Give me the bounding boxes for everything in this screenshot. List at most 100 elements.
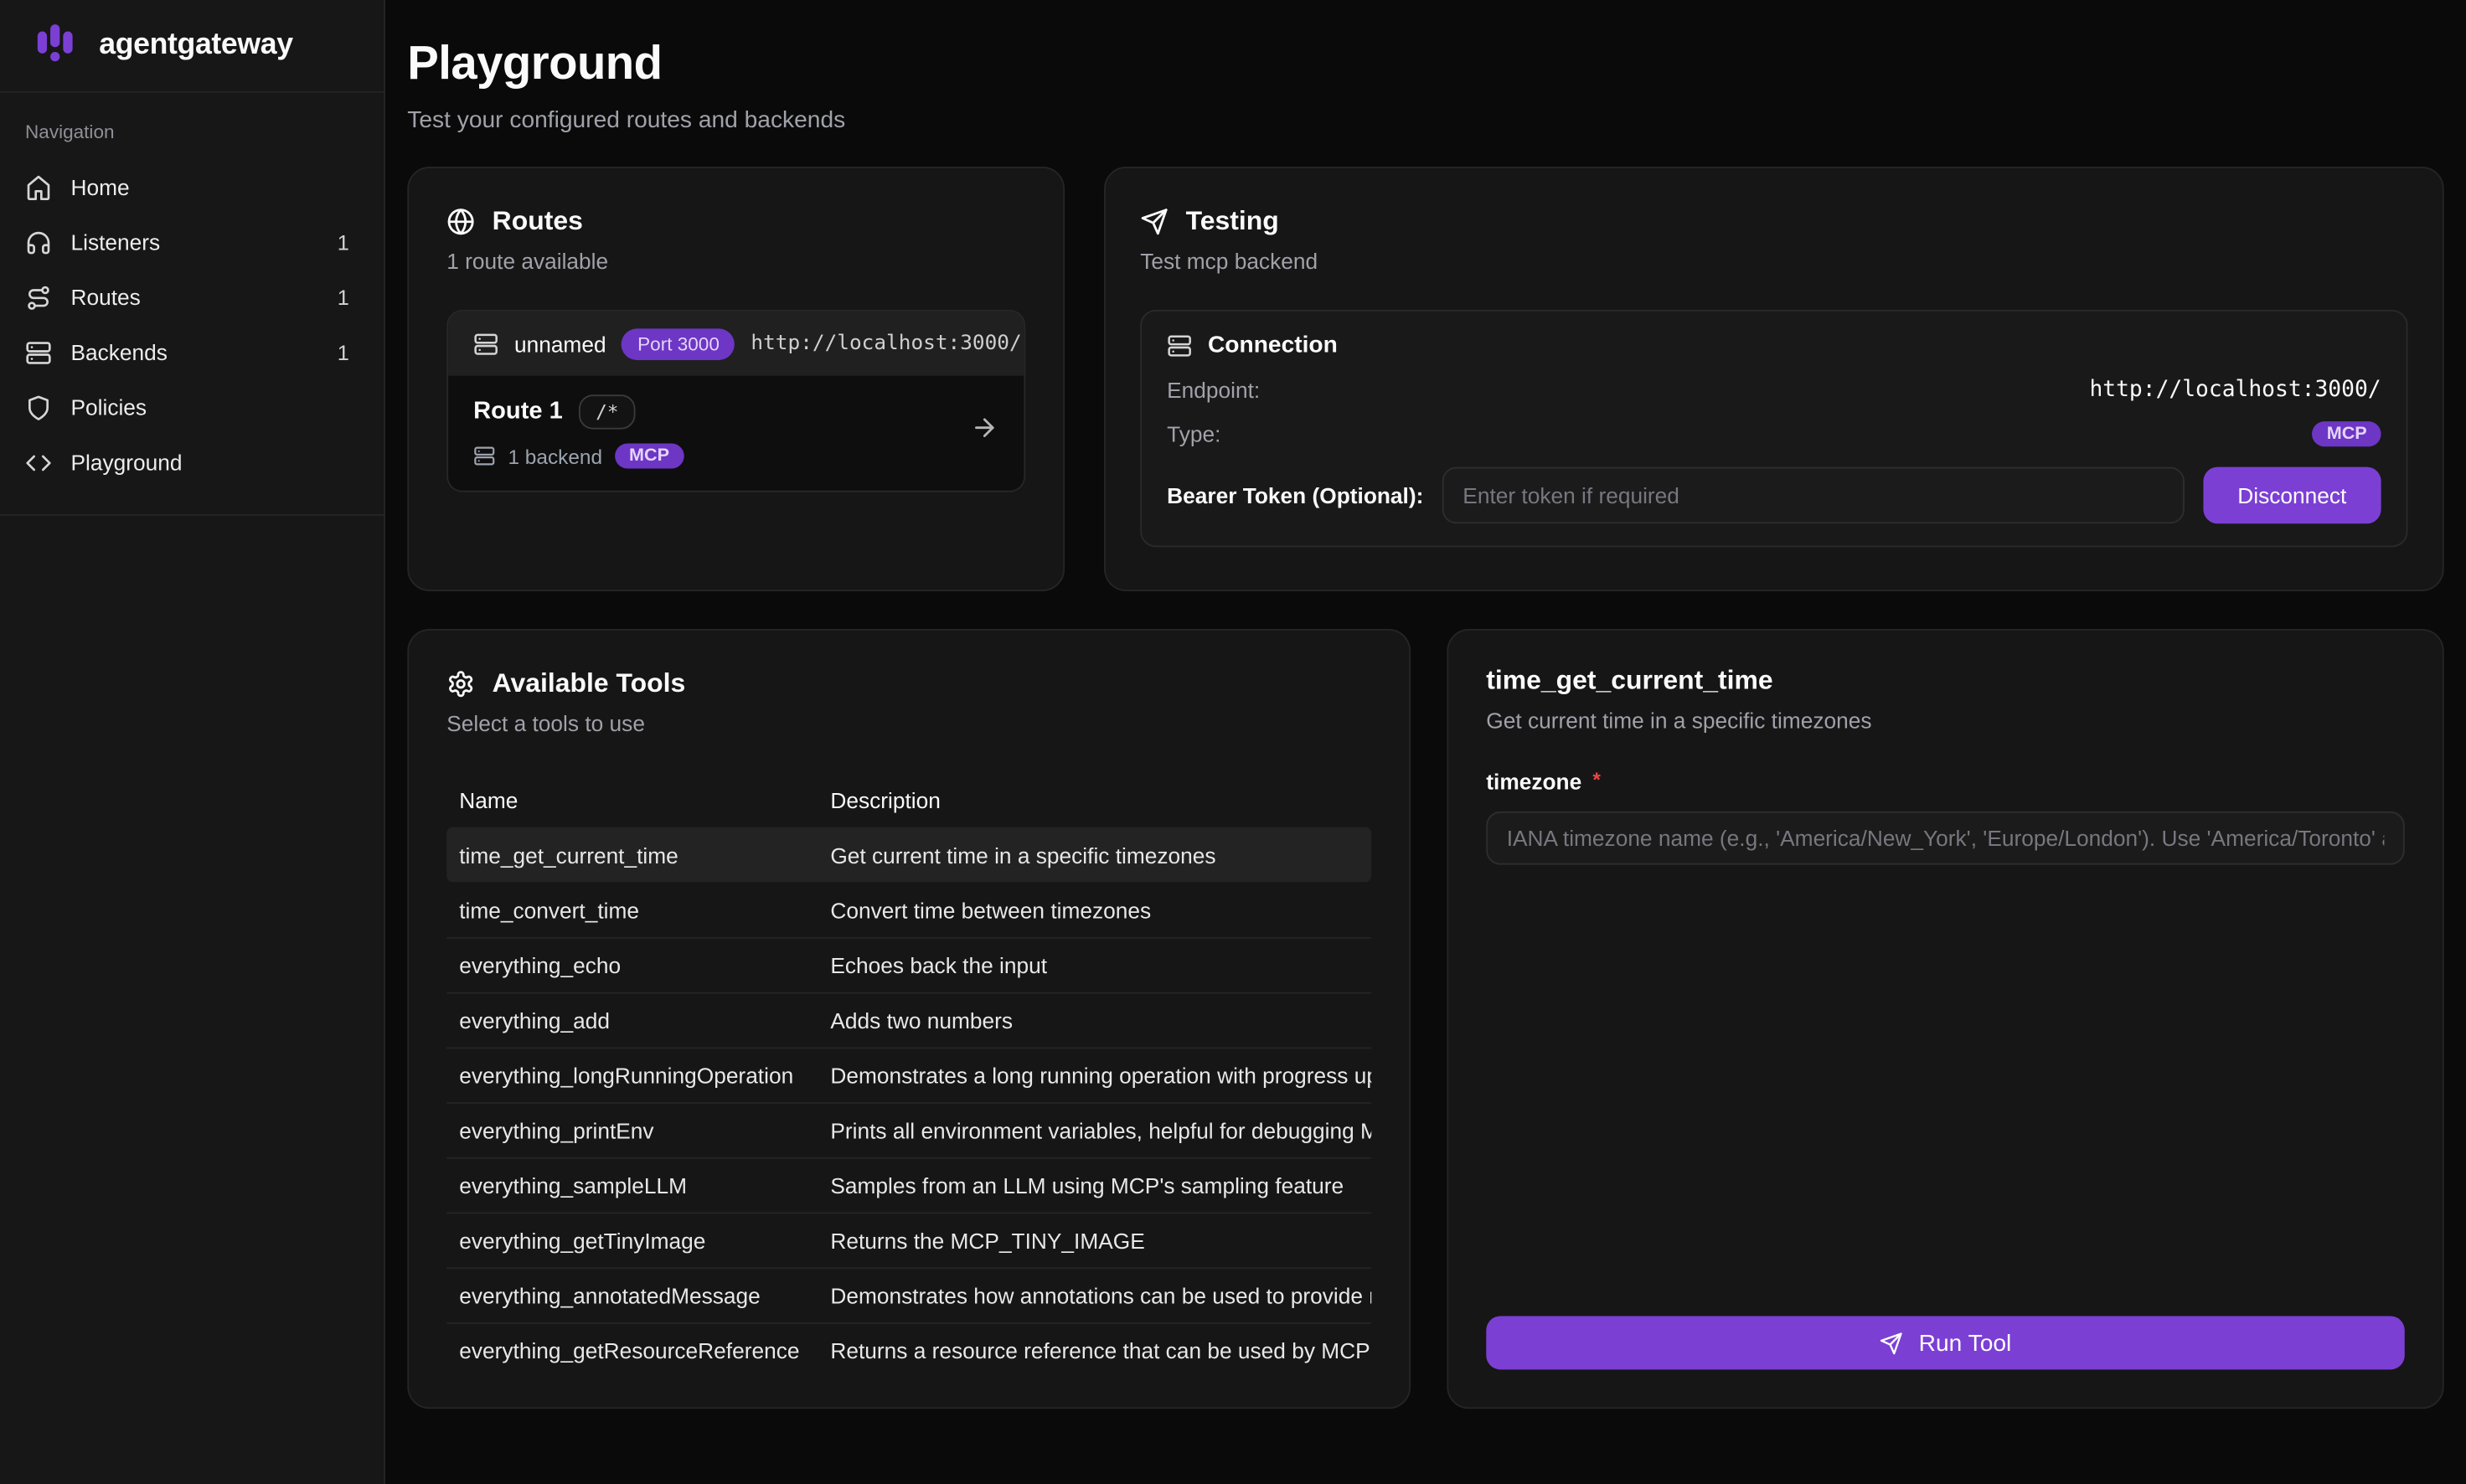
send-icon bbox=[1880, 1331, 1903, 1354]
page-title: Playground bbox=[407, 38, 2443, 91]
tools-table: Name Description time_get_current_time G… bbox=[446, 774, 1371, 1378]
brand-name: agentgateway bbox=[99, 28, 292, 63]
testing-card: Testing Test mcp backend Connection Endp… bbox=[1104, 167, 2444, 591]
brand-logo[interactable]: agentgateway bbox=[0, 0, 384, 93]
main-content: Playground Test your configured routes a… bbox=[385, 0, 2466, 1484]
code-icon bbox=[25, 449, 52, 476]
tool-name: time_convert_time bbox=[446, 898, 818, 923]
table-row[interactable]: everything_echo Echoes back the input bbox=[446, 937, 1371, 992]
connection-box: Connection Endpoint: http://localhost:30… bbox=[1140, 310, 2407, 548]
bearer-token-label: Bearer Token (Optional): bbox=[1167, 482, 1423, 508]
type-label: Type: bbox=[1167, 421, 1220, 446]
tool-name: everything_echo bbox=[446, 953, 818, 978]
tool-name: everything_getTinyImage bbox=[446, 1228, 818, 1253]
connection-title: Connection bbox=[1208, 332, 1338, 358]
tool-name: everything_sampleLLM bbox=[446, 1173, 818, 1198]
table-row[interactable]: everything_add Adds two numbers bbox=[446, 992, 1371, 1048]
server-icon bbox=[1167, 332, 1192, 358]
tool-name: everything_add bbox=[446, 1008, 818, 1033]
column-header-description: Description bbox=[818, 788, 1371, 813]
tool-name: everything_longRunningOperation bbox=[446, 1063, 818, 1088]
tool-description: Demonstrates a long running operation wi… bbox=[818, 1063, 1371, 1088]
available-tools-card: Available Tools Select a tools to use Na… bbox=[407, 629, 1411, 1409]
listeners-count-badge: 1 bbox=[338, 230, 359, 254]
sidebar-item-label: Policies bbox=[70, 394, 147, 420]
route-icon bbox=[25, 284, 52, 311]
table-row[interactable]: everything_sampleLLM Samples from an LLM… bbox=[446, 1157, 1371, 1213]
endpoint-label: Endpoint: bbox=[1167, 378, 1260, 403]
table-row[interactable]: everything_printEnv Prints all environme… bbox=[446, 1102, 1371, 1157]
tools-table-header: Name Description bbox=[446, 774, 1371, 827]
table-row[interactable]: time_get_current_time Get current time i… bbox=[446, 827, 1371, 883]
sidebar-item-backends[interactable]: Backends 1 bbox=[13, 327, 371, 378]
table-row[interactable]: everything_annotatedMessage Demonstrates… bbox=[446, 1267, 1371, 1322]
tool-description: Returns a resource reference that can be… bbox=[818, 1338, 1371, 1363]
tool-description: Returns the MCP_TINY_IMAGE bbox=[818, 1228, 1371, 1253]
home-icon bbox=[25, 173, 52, 200]
tool-description: Get current time in a specific timezones bbox=[818, 842, 1371, 867]
column-header-name: Name bbox=[446, 788, 818, 813]
run-tool-button[interactable]: Run Tool bbox=[1486, 1317, 2404, 1370]
sidebar-item-policies[interactable]: Policies bbox=[13, 382, 371, 432]
tool-name: everything_annotatedMessage bbox=[446, 1283, 818, 1308]
run-tool-label: Run Tool bbox=[1919, 1329, 2012, 1356]
routes-card: Routes 1 route available unnamed Port 30… bbox=[407, 167, 1065, 591]
sidebar-item-playground[interactable]: Playground bbox=[13, 437, 371, 487]
disconnect-button[interactable]: Disconnect bbox=[2203, 467, 2381, 524]
backend-count: 1 backend bbox=[508, 444, 602, 467]
listener-row[interactable]: unnamed Port 3000 http://localhost:3000/ bbox=[448, 312, 1024, 376]
timezone-field-label: timezone * bbox=[1486, 769, 2404, 794]
timezone-input[interactable] bbox=[1486, 812, 2404, 865]
tool-name: everything_getResourceReference bbox=[446, 1338, 818, 1363]
sidebar-item-label: Listeners bbox=[70, 229, 160, 255]
listener-name: unnamed bbox=[514, 331, 606, 356]
gear-icon bbox=[446, 670, 475, 698]
route-info: Route 1 /* 1 backend MCP bbox=[473, 394, 684, 468]
globe-icon bbox=[446, 208, 475, 236]
route-name: Route 1 bbox=[473, 398, 563, 426]
tool-description: Echoes back the input bbox=[818, 953, 1371, 978]
table-row[interactable]: everything_getTinyImage Returns the MCP_… bbox=[446, 1213, 1371, 1268]
agentgateway-logo-icon bbox=[32, 22, 79, 69]
endpoint-value: http://localhost:3000/ bbox=[2089, 378, 2381, 403]
mcp-badge: MCP bbox=[2313, 421, 2381, 446]
mcp-badge: MCP bbox=[615, 443, 684, 468]
sidebar-item-home[interactable]: Home bbox=[13, 162, 371, 212]
sidebar-item-label: Backends bbox=[70, 340, 167, 365]
routes-card-title: Routes bbox=[493, 206, 583, 238]
send-icon bbox=[1140, 208, 1169, 236]
testing-card-subtitle: Test mcp backend bbox=[1140, 249, 2407, 274]
arrow-right-icon bbox=[970, 414, 998, 450]
tool-name: everything_printEnv bbox=[446, 1118, 818, 1143]
bearer-token-input[interactable] bbox=[1442, 467, 2185, 524]
sidebar-item-routes[interactable]: Routes 1 bbox=[13, 272, 371, 322]
tools-card-title: Available Tools bbox=[493, 668, 686, 700]
page-subtitle: Test your configured routes and backends bbox=[407, 107, 2443, 134]
sidebar-item-label: Home bbox=[70, 174, 129, 199]
tool-name: time_get_current_time bbox=[446, 842, 818, 867]
tool-panel-title: time_get_current_time bbox=[1486, 665, 2404, 697]
routes-count-badge: 1 bbox=[338, 286, 359, 309]
sidebar-item-label: Playground bbox=[70, 450, 182, 475]
nav-section-label: Navigation bbox=[13, 121, 371, 143]
table-row[interactable]: everything_getResourceReference Returns … bbox=[446, 1322, 1371, 1378]
panel-spacer bbox=[1486, 865, 2404, 1317]
shield-icon bbox=[25, 394, 52, 420]
server-icon bbox=[473, 445, 495, 466]
tool-description: Prints all environment variables, helpfu… bbox=[818, 1118, 1371, 1143]
field-label-text: timezone bbox=[1486, 769, 1581, 794]
table-row[interactable]: time_convert_time Convert time between t… bbox=[446, 882, 1371, 937]
route-path-chip: /* bbox=[579, 394, 636, 429]
server-icon bbox=[473, 331, 498, 356]
sidebar-item-label: Routes bbox=[70, 285, 140, 310]
listener-group: unnamed Port 3000 http://localhost:3000/… bbox=[446, 310, 1025, 492]
route-row[interactable]: Route 1 /* 1 backend MCP bbox=[448, 376, 1024, 491]
sidebar-nav: Navigation Home Listeners 1 Routes 1 Bac… bbox=[0, 93, 384, 516]
routes-card-subtitle: 1 route available bbox=[446, 249, 1025, 274]
app: agentgateway Navigation Home Listeners 1… bbox=[0, 0, 2466, 1484]
tools-card-subtitle: Select a tools to use bbox=[446, 711, 1371, 736]
table-row[interactable]: everything_longRunningOperation Demonstr… bbox=[446, 1047, 1371, 1102]
sidebar-item-listeners[interactable]: Listeners 1 bbox=[13, 217, 371, 267]
tool-description: Adds two numbers bbox=[818, 1008, 1371, 1033]
port-badge: Port 3000 bbox=[622, 327, 735, 359]
